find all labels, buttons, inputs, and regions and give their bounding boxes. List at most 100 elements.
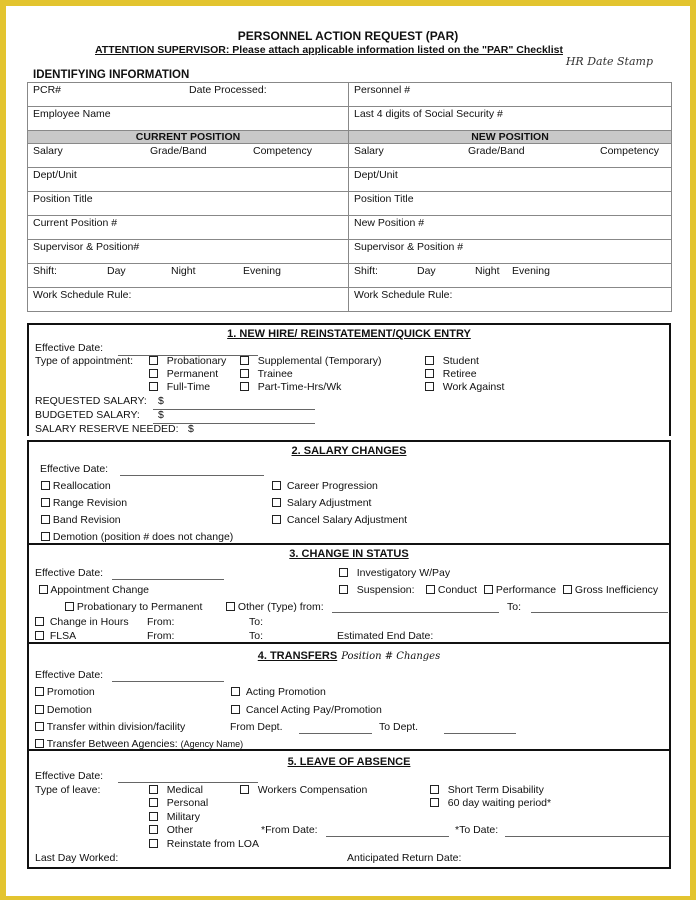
checkbox-icon[interactable] [231, 687, 240, 696]
personnel-field[interactable]: Personnel # [348, 82, 672, 107]
checkbox-icon[interactable] [563, 585, 572, 594]
checkbox-icon[interactable] [149, 356, 158, 365]
checkbox-reallocation[interactable]: Reallocation [41, 480, 111, 492]
checkbox-band-revision[interactable]: Band Revision [41, 514, 121, 526]
pcr-field[interactable]: PCR# Date Processed: [27, 82, 349, 107]
current-schedule-field[interactable]: Work Schedule Rule: [27, 287, 349, 312]
new-supervisor-field[interactable]: Supervisor & Position # [348, 239, 672, 264]
checkbox-student[interactable]: Student [425, 355, 479, 367]
checkbox-demotion[interactable]: Demotion (position # does not change) [41, 531, 233, 543]
other-from-input[interactable] [332, 612, 499, 613]
checkbox-icon[interactable] [231, 705, 240, 714]
checkbox-icon[interactable] [425, 356, 434, 365]
requested-salary-input[interactable] [153, 409, 315, 410]
checkbox-icon[interactable] [272, 515, 281, 524]
new-shift-field[interactable]: Shift: Day Night Evening [348, 263, 672, 288]
checkbox-career-progression[interactable]: Career Progression [272, 480, 378, 492]
checkbox-salary-adjustment[interactable]: Salary Adjustment [272, 497, 371, 509]
checkbox-retiree[interactable]: Retiree [425, 368, 477, 380]
checkbox-icon[interactable] [425, 369, 434, 378]
from-dept-input[interactable] [299, 733, 372, 734]
checkbox-trainee[interactable]: Trainee [240, 368, 293, 380]
current-shift-field[interactable]: Shift: Day Night Evening [27, 263, 349, 288]
effective-date-input[interactable] [112, 681, 224, 682]
checkbox-60-day-waiting[interactable]: 60 day waiting period* [430, 797, 551, 809]
new-dept-field[interactable]: Dept/Unit [348, 167, 672, 192]
shift-evening[interactable]: Evening [243, 265, 281, 277]
checkbox-icon[interactable] [430, 785, 439, 794]
checkbox-suspension[interactable]: Suspension: [339, 584, 415, 596]
checkbox-icon[interactable] [35, 739, 44, 748]
shift-day[interactable]: Day [417, 265, 475, 277]
checkbox-change-in-hours[interactable]: Change in Hours [35, 616, 129, 628]
to-date-input[interactable] [505, 836, 669, 837]
shift-night[interactable]: Night [171, 265, 243, 277]
checkbox-icon[interactable] [41, 498, 50, 507]
checkbox-military[interactable]: Military [149, 811, 200, 823]
checkbox-icon[interactable] [240, 369, 249, 378]
employee-name-field[interactable]: Employee Name [27, 106, 349, 131]
checkbox-other-type[interactable]: Other (Type) from: [226, 601, 324, 613]
checkbox-icon[interactable] [39, 585, 48, 594]
checkbox-acting-promotion[interactable]: Acting Promotion [231, 686, 326, 698]
checkbox-workers-comp[interactable]: Workers Compensation [240, 784, 367, 796]
checkbox-icon[interactable] [240, 785, 249, 794]
checkbox-full-time[interactable]: Full-Time [149, 381, 210, 393]
checkbox-icon[interactable] [41, 532, 50, 541]
checkbox-icon[interactable] [425, 382, 434, 391]
checkbox-icon[interactable] [272, 498, 281, 507]
ssn-field[interactable]: Last 4 digits of Social Security # [348, 106, 672, 131]
checkbox-demotion[interactable]: Demotion [35, 704, 92, 716]
shift-day[interactable]: Day [107, 265, 171, 277]
checkbox-icon[interactable] [149, 382, 158, 391]
shift-night[interactable]: Night [475, 265, 512, 277]
checkbox-reinstate[interactable]: Reinstate from LOA [149, 838, 259, 850]
checkbox-icon[interactable] [35, 617, 44, 626]
checkbox-short-term-disability[interactable]: Short Term Disability [430, 784, 544, 796]
checkbox-promotion[interactable]: Promotion [35, 686, 95, 698]
checkbox-icon[interactable] [35, 705, 44, 714]
checkbox-cancel-acting[interactable]: Cancel Acting Pay/Promotion [231, 704, 382, 716]
checkbox-icon[interactable] [272, 481, 281, 490]
checkbox-performance[interactable]: Performance [484, 584, 556, 596]
checkbox-icon[interactable] [65, 602, 74, 611]
checkbox-appointment-change[interactable]: Appointment Change [39, 584, 149, 596]
current-title-field[interactable]: Position Title [27, 191, 349, 216]
current-dept-field[interactable]: Dept/Unit [27, 167, 349, 192]
checkbox-icon[interactable] [226, 602, 235, 611]
checkbox-icon[interactable] [41, 515, 50, 524]
checkbox-other[interactable]: Other [149, 824, 193, 836]
current-supervisor-field[interactable]: Supervisor & Position# [27, 239, 349, 264]
checkbox-icon[interactable] [240, 356, 249, 365]
checkbox-supplemental[interactable]: Supplemental (Temporary) [240, 355, 381, 367]
checkbox-permanent[interactable]: Permanent [149, 368, 218, 380]
checkbox-transfer-within[interactable]: Transfer within division/facility [35, 721, 185, 733]
checkbox-conduct[interactable]: Conduct [426, 584, 477, 596]
checkbox-medical[interactable]: Medical [149, 784, 203, 796]
checkbox-icon[interactable] [430, 798, 439, 807]
checkbox-investigatory[interactable]: Investigatory W/Pay [339, 567, 450, 579]
checkbox-icon[interactable] [149, 839, 158, 848]
shift-evening[interactable]: Evening [512, 265, 550, 277]
checkbox-probationary[interactable]: Probationary [149, 355, 226, 367]
to-dept-input[interactable] [444, 733, 516, 734]
new-schedule-field[interactable]: Work Schedule Rule: [348, 287, 672, 312]
current-position-number-field[interactable]: Current Position # [27, 215, 349, 240]
checkbox-icon[interactable] [149, 785, 158, 794]
from-date-input[interactable] [326, 836, 449, 837]
checkbox-range-revision[interactable]: Range Revision [41, 497, 127, 509]
checkbox-icon[interactable] [149, 825, 158, 834]
effective-date-input[interactable] [112, 579, 224, 580]
checkbox-icon[interactable] [149, 369, 158, 378]
checkbox-cancel-salary-adjustment[interactable]: Cancel Salary Adjustment [272, 514, 407, 526]
checkbox-icon[interactable] [484, 585, 493, 594]
checkbox-icon[interactable] [35, 631, 44, 640]
checkbox-icon[interactable] [41, 481, 50, 490]
checkbox-personal[interactable]: Personal [149, 797, 208, 809]
new-position-number-field[interactable]: New Position # [348, 215, 672, 240]
checkbox-icon[interactable] [149, 812, 158, 821]
checkbox-icon[interactable] [35, 687, 44, 696]
checkbox-gross-inefficiency[interactable]: Gross Inefficiency [563, 584, 658, 596]
current-salary-field[interactable]: Salary Grade/Band Competency [27, 143, 349, 168]
other-to-input[interactable] [531, 612, 668, 613]
